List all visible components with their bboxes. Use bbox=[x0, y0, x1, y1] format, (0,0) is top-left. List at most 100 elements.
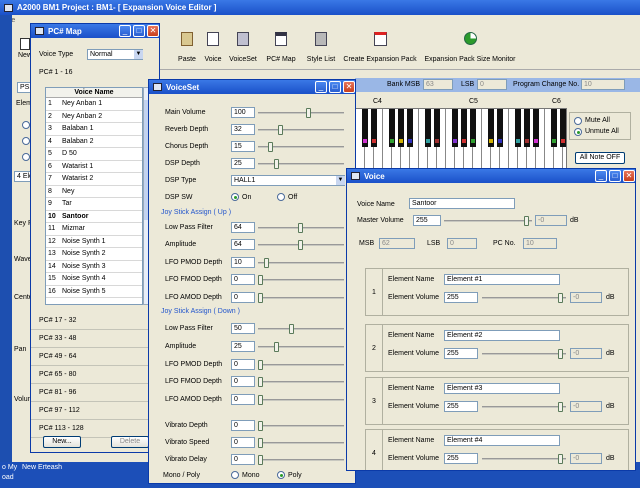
down-lfo-pmod-slider[interactable] bbox=[258, 360, 344, 370]
list-item[interactable]: 10 Santoor bbox=[46, 211, 142, 223]
list-item[interactable]: 5 D 50 bbox=[46, 148, 142, 161]
minimize-button[interactable]: _ bbox=[595, 170, 607, 182]
slider-thumb[interactable] bbox=[298, 240, 303, 250]
black-key[interactable] bbox=[524, 109, 530, 147]
black-key[interactable] bbox=[461, 109, 467, 147]
slider-thumb[interactable] bbox=[258, 275, 263, 285]
black-key[interactable] bbox=[560, 109, 566, 147]
black-key[interactable] bbox=[488, 109, 494, 147]
master-volume-slider[interactable] bbox=[444, 216, 532, 226]
slider-thumb[interactable] bbox=[274, 159, 279, 169]
close-button[interactable]: ✕ bbox=[623, 170, 635, 182]
pc-range-item[interactable]: PC# 81 - 96 bbox=[31, 384, 159, 402]
slider-thumb[interactable] bbox=[258, 421, 263, 431]
paste-button[interactable]: Paste bbox=[174, 32, 200, 66]
black-key[interactable] bbox=[470, 109, 476, 147]
element-volume-input[interactable]: 255 bbox=[444, 401, 478, 412]
black-key[interactable] bbox=[452, 109, 458, 147]
list-item[interactable]: 13 Noise Synth 2 bbox=[46, 248, 142, 261]
vibrato-depth-slider[interactable] bbox=[258, 421, 344, 431]
all-note-off-button[interactable]: All Note OFF bbox=[575, 152, 625, 164]
up-lfo-amod-slider[interactable] bbox=[258, 293, 344, 303]
maximize-button[interactable]: □ bbox=[133, 25, 145, 37]
voiceset-button[interactable]: VoiceSet bbox=[226, 32, 260, 66]
black-key[interactable] bbox=[407, 109, 413, 147]
dsp-type-select[interactable]: HALL1 bbox=[231, 175, 345, 186]
black-key[interactable] bbox=[497, 109, 503, 147]
list-item[interactable]: 9 Tar bbox=[46, 198, 142, 211]
pc-range-item[interactable]: PC# 17 - 32 bbox=[31, 312, 159, 330]
up-lfo-fmod-input[interactable]: 0 bbox=[231, 274, 255, 285]
dsp-depth-input[interactable]: 25 bbox=[231, 158, 255, 169]
slider-thumb[interactable] bbox=[258, 438, 263, 448]
down-lfo-fmod-input[interactable]: 0 bbox=[231, 376, 255, 387]
vibrato-depth-input[interactable]: 0 bbox=[231, 420, 255, 431]
down-low-pass-filter-slider[interactable] bbox=[258, 324, 344, 334]
list-item[interactable]: 15 Noise Synth 4 bbox=[46, 273, 142, 286]
black-key[interactable] bbox=[371, 109, 377, 147]
up-lfo-pmod-input[interactable]: 10 bbox=[231, 257, 255, 268]
element-volume-slider[interactable] bbox=[482, 349, 566, 359]
slider-thumb[interactable] bbox=[558, 349, 563, 359]
vibrato-speed-slider[interactable] bbox=[258, 438, 344, 448]
slider-thumb[interactable] bbox=[558, 402, 563, 412]
delete-button[interactable]: Delete bbox=[111, 436, 149, 448]
black-key[interactable] bbox=[434, 109, 440, 147]
slider-thumb[interactable] bbox=[268, 142, 273, 152]
element-name-input[interactable]: Element #3 bbox=[444, 383, 560, 394]
list-item[interactable]: 8 Ney bbox=[46, 186, 142, 198]
slider-thumb[interactable] bbox=[289, 324, 294, 334]
slider-thumb[interactable] bbox=[278, 125, 283, 135]
voice-name-input[interactable]: Santoor bbox=[409, 198, 515, 209]
up-amplitude-input[interactable]: 64 bbox=[231, 239, 255, 250]
down-lfo-amod-slider[interactable] bbox=[258, 395, 344, 405]
pc-range-item[interactable]: PC# 97 - 112 bbox=[31, 402, 159, 420]
list-item[interactable]: 3 Balaban 1 bbox=[46, 123, 142, 136]
up-lfo-fmod-slider[interactable] bbox=[258, 275, 344, 285]
down-lfo-fmod-slider[interactable] bbox=[258, 377, 344, 387]
master-volume-input[interactable]: 255 bbox=[413, 215, 441, 226]
list-item[interactable]: 16 Noise Synth 5 bbox=[46, 286, 142, 298]
element-name-input[interactable]: Element #4 bbox=[444, 435, 560, 446]
main-volume-slider[interactable] bbox=[258, 108, 344, 118]
chorus-depth-slider[interactable] bbox=[258, 142, 344, 152]
dsp-depth-slider[interactable] bbox=[258, 159, 344, 169]
black-key[interactable] bbox=[425, 109, 431, 147]
create-expansion-pack-button[interactable]: Create Expansion Pack bbox=[342, 32, 418, 66]
black-key[interactable] bbox=[533, 109, 539, 147]
black-key[interactable] bbox=[362, 109, 368, 147]
dsp-on-radio[interactable] bbox=[231, 193, 239, 201]
slider-thumb[interactable] bbox=[264, 258, 269, 268]
element-volume-input[interactable]: 255 bbox=[444, 453, 478, 464]
slider-thumb[interactable] bbox=[298, 223, 303, 233]
slider-thumb[interactable] bbox=[258, 293, 263, 303]
black-key[interactable] bbox=[389, 109, 395, 147]
pc-range-top[interactable]: PC# 1 - 16 bbox=[39, 69, 72, 76]
list-item[interactable]: 7 Watarist 2 bbox=[46, 173, 142, 186]
mute-all-radio[interactable] bbox=[574, 117, 582, 125]
up-low-pass-filter-slider[interactable] bbox=[258, 223, 344, 233]
mono-radio[interactable] bbox=[231, 471, 239, 479]
element-volume-slider[interactable] bbox=[482, 402, 566, 412]
element-volume-slider[interactable] bbox=[482, 293, 566, 303]
up-lfo-amod-input[interactable]: 0 bbox=[231, 292, 255, 303]
list-item[interactable]: 2 Ney Anban 2 bbox=[46, 111, 142, 123]
pc-range-item[interactable]: PC# 49 - 64 bbox=[31, 348, 159, 366]
down-amplitude-slider[interactable] bbox=[258, 342, 344, 352]
pc-range-item[interactable]: PC# 65 - 80 bbox=[31, 366, 159, 384]
black-key[interactable] bbox=[398, 109, 404, 147]
element-name-input[interactable]: Element #1 bbox=[444, 274, 560, 285]
slider-thumb[interactable] bbox=[306, 108, 311, 118]
up-lfo-pmod-slider[interactable] bbox=[258, 258, 344, 268]
stylelist-button[interactable]: Style List bbox=[304, 32, 338, 66]
list-item[interactable]: 12 Noise Synth 1 bbox=[46, 236, 142, 248]
taskbar-label-3[interactable]: New Erteash bbox=[22, 464, 62, 471]
slider-thumb[interactable] bbox=[274, 342, 279, 352]
reverb-depth-slider[interactable] bbox=[258, 125, 344, 135]
pc-range-item[interactable]: PC# 33 - 48 bbox=[31, 330, 159, 348]
slider-thumb[interactable] bbox=[558, 293, 563, 303]
pcmap-button[interactable]: PC# Map bbox=[264, 32, 298, 66]
list-item[interactable]: 4 Balaban 2 bbox=[46, 136, 142, 148]
vibrato-speed-input[interactable]: 0 bbox=[231, 437, 255, 448]
left-radio-2[interactable] bbox=[22, 137, 30, 145]
